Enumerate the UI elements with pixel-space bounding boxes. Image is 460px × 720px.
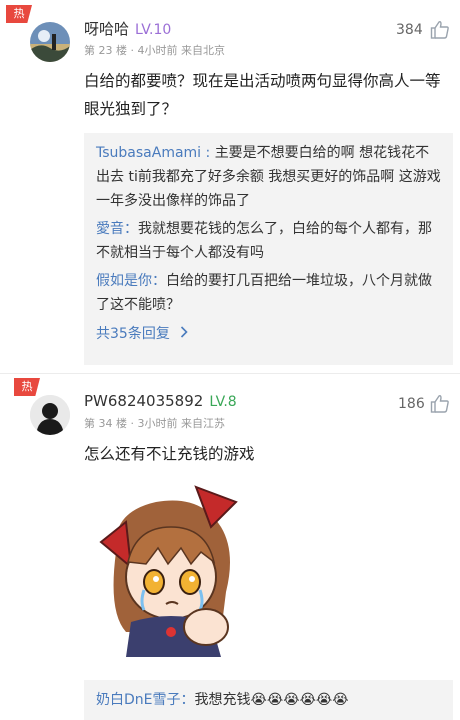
comment-meta: 第 34 楼 · 3小时前 来自江苏 (84, 417, 225, 430)
username[interactable]: PW6824035892 LV.8 (84, 392, 237, 410)
thumbs-up-icon[interactable] (430, 394, 450, 414)
hot-badge: 热 (14, 378, 40, 396)
comment-text: 白给的都要喷？现在是出活动喷两句显得你高人一等眼光独到了？ (84, 72, 441, 118)
level-badge: LV.10 (135, 22, 172, 38)
thumbs-up-icon[interactable] (430, 20, 450, 40)
reply-username[interactable]: 愛音 (96, 221, 124, 237)
like-count: 186 (398, 396, 425, 412)
chevron-right-icon (180, 321, 188, 347)
username-text[interactable]: PW6824035892 (84, 392, 203, 410)
reply-item: TsubasaAmami : 主要是不想要白给的啊 想花钱花不出去 ti前我都充… (96, 145, 441, 209)
reply-username[interactable]: 奶白DnE雪子 (96, 692, 181, 708)
more-replies-link[interactable]: 共35条回复 (96, 321, 443, 347)
reply-item: 奶白DnE雪子：我想充钱😭😭😭😭😭😭 (96, 692, 349, 708)
reply-box: 奶白DnE雪子：我想充钱😭😭😭😭😭😭 (84, 680, 453, 720)
comment-meta: 第 23 楼 · 4小时前 来自北京 (84, 44, 225, 57)
divider (0, 373, 460, 374)
reply-box: TsubasaAmami : 主要是不想要白给的啊 想花钱花不出去 ti前我都充… (84, 133, 453, 365)
reply-item: 假如是你：白给的要打几百把给一堆垃圾，八个月就做了这不能喷？ (96, 273, 432, 313)
reply-text: 我想充钱😭😭😭😭😭😭 (194, 692, 349, 708)
username[interactable]: 呀哈哈 LV.10 (84, 18, 171, 39)
avatar[interactable] (30, 395, 70, 435)
reply-item: 愛音：我就想要花钱的怎么了，白给的每个人都有，那不就相当于每个人都没有吗 (96, 221, 432, 261)
level-badge: LV.8 (209, 394, 237, 410)
like-count: 384 (396, 22, 423, 38)
comment-text: 怎么还有不让充钱的游戏 (84, 445, 255, 463)
hot-badge: 热 (6, 5, 32, 23)
crying-anime-girl-sticker (86, 482, 256, 662)
reply-text: 我就想要花钱的怎么了，白给的每个人都有，那不就相当于每个人都没有吗 (96, 221, 432, 261)
more-replies-label[interactable]: 共35条回复 (96, 326, 170, 342)
reply-username[interactable]: 假如是你 (96, 273, 152, 289)
avatar[interactable] (30, 22, 70, 62)
reply-username[interactable]: TsubasaAmami (96, 145, 201, 161)
username-text[interactable]: 呀哈哈 (84, 20, 129, 38)
